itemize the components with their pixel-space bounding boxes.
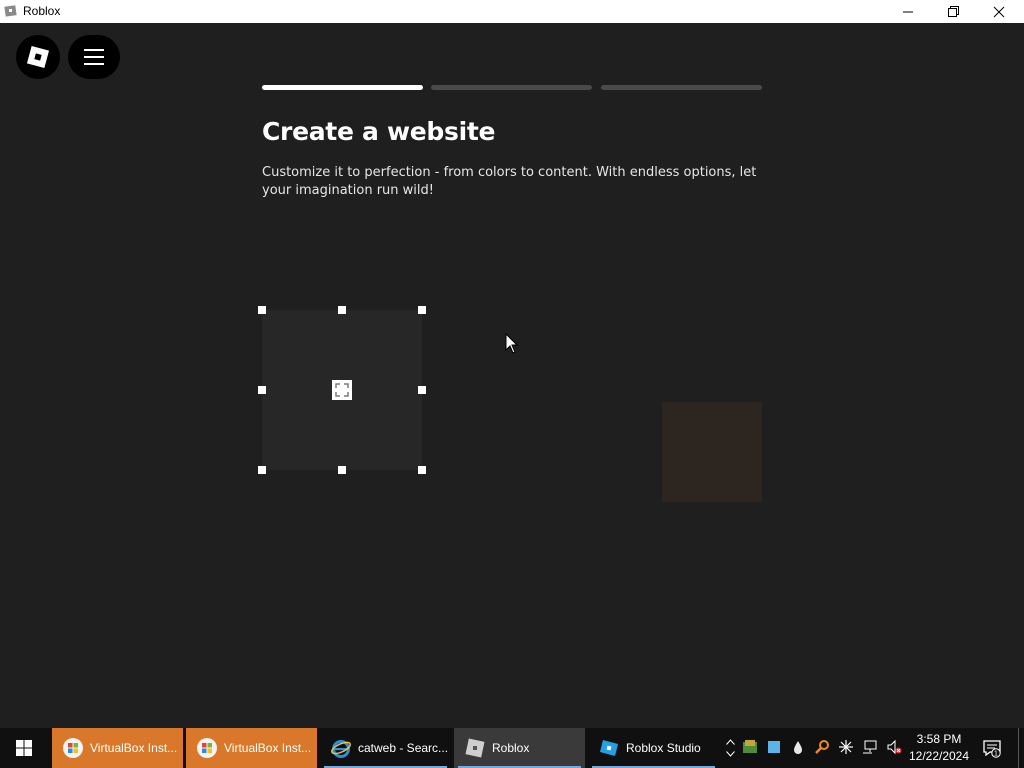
search-tool-icon[interactable] [814, 739, 830, 755]
water-drop-icon[interactable] [790, 739, 806, 755]
taskbar-item-label: Roblox [492, 741, 530, 755]
resize-handle-top-right[interactable] [418, 306, 426, 314]
page-description: Customize it to perfection - from colors… [262, 165, 757, 198]
restore-button[interactable] [931, 0, 976, 23]
page-title: Create a website [262, 117, 496, 146]
taskbar-item-label: VirtualBox Inst... [90, 741, 178, 755]
progress-step-1 [262, 85, 423, 90]
minimize-icon [903, 11, 913, 13]
taskbar-item-catweb[interactable]: catweb - Searc... [320, 728, 451, 768]
network-icon[interactable] [862, 739, 878, 755]
clock-time: 3:58 PM [916, 732, 962, 746]
roblox-logo-icon [4, 5, 17, 17]
progress-step-2 [431, 85, 592, 90]
roblox-icon [465, 738, 485, 758]
window-titlebar: Roblox [0, 0, 1024, 23]
action-center-button[interactable]: 1 [982, 738, 1002, 758]
resize-handle-bottom-left[interactable] [258, 466, 266, 474]
chevron-down-icon [725, 751, 735, 757]
minimize-button[interactable] [886, 0, 931, 23]
onboarding-progress [262, 85, 762, 90]
chevron-up-icon [725, 739, 735, 745]
volume-muted-icon[interactable] [886, 739, 902, 755]
close-icon [993, 6, 1004, 17]
taskbar-item-roblox-studio[interactable]: Roblox Studio [588, 728, 719, 768]
taskbar-scroll[interactable] [722, 728, 738, 768]
close-button[interactable] [976, 0, 1021, 23]
taskbar-item-label: Roblox Studio [626, 741, 701, 755]
expand-icon[interactable] [332, 380, 352, 400]
taskbar-item-label: VirtualBox Inst... [224, 741, 312, 755]
network-sparkle-icon[interactable] [838, 739, 854, 755]
window-title: Roblox [23, 4, 61, 18]
taskbar-item-label: catweb - Searc... [358, 741, 449, 755]
start-button[interactable] [0, 728, 48, 768]
progress-step-3 [601, 85, 762, 90]
hamburger-menu-icon [84, 49, 104, 51]
windows-start-icon [16, 740, 32, 756]
show-desktop-button[interactable] [1018, 728, 1019, 768]
resize-handle-bottom[interactable] [338, 466, 346, 474]
roblox-studio-icon [600, 740, 618, 756]
internet-explorer-icon [331, 740, 351, 758]
roblox-logo-button[interactable] [16, 35, 60, 79]
mouse-cursor-icon [505, 333, 519, 354]
action-center-icon: 1 [983, 740, 1001, 758]
app-icon[interactable] [766, 739, 782, 755]
resize-handle-left[interactable] [258, 386, 266, 394]
resize-handle-right[interactable] [418, 386, 426, 394]
notification-count: 1 [994, 751, 998, 758]
taskbar: VirtualBox Inst... VirtualBox Inst... ca… [0, 728, 1024, 768]
restore-icon [948, 6, 959, 17]
clock-date: 12/22/2024 [908, 749, 970, 763]
taskbar-item-roblox[interactable]: Roblox [454, 728, 585, 768]
menu-button[interactable] [68, 35, 120, 79]
resize-handle-top-left[interactable] [258, 306, 266, 314]
app-content: Create a website Customize it to perfect… [0, 23, 1024, 728]
photos-icon[interactable] [742, 739, 758, 755]
resize-handle-top[interactable] [338, 306, 346, 314]
system-clock[interactable]: 3:58 PM 12/22/2024 [906, 731, 972, 765]
windows-flag-icon [197, 738, 217, 758]
windows-flag-icon [63, 738, 83, 758]
taskbar-item-virtualbox-1[interactable]: VirtualBox Inst... [52, 728, 183, 768]
taskbar-item-virtualbox-2[interactable]: VirtualBox Inst... [186, 728, 317, 768]
roblox-logo-icon [26, 45, 50, 69]
color-swatch[interactable] [662, 402, 762, 502]
resize-handle-bottom-right[interactable] [418, 466, 426, 474]
